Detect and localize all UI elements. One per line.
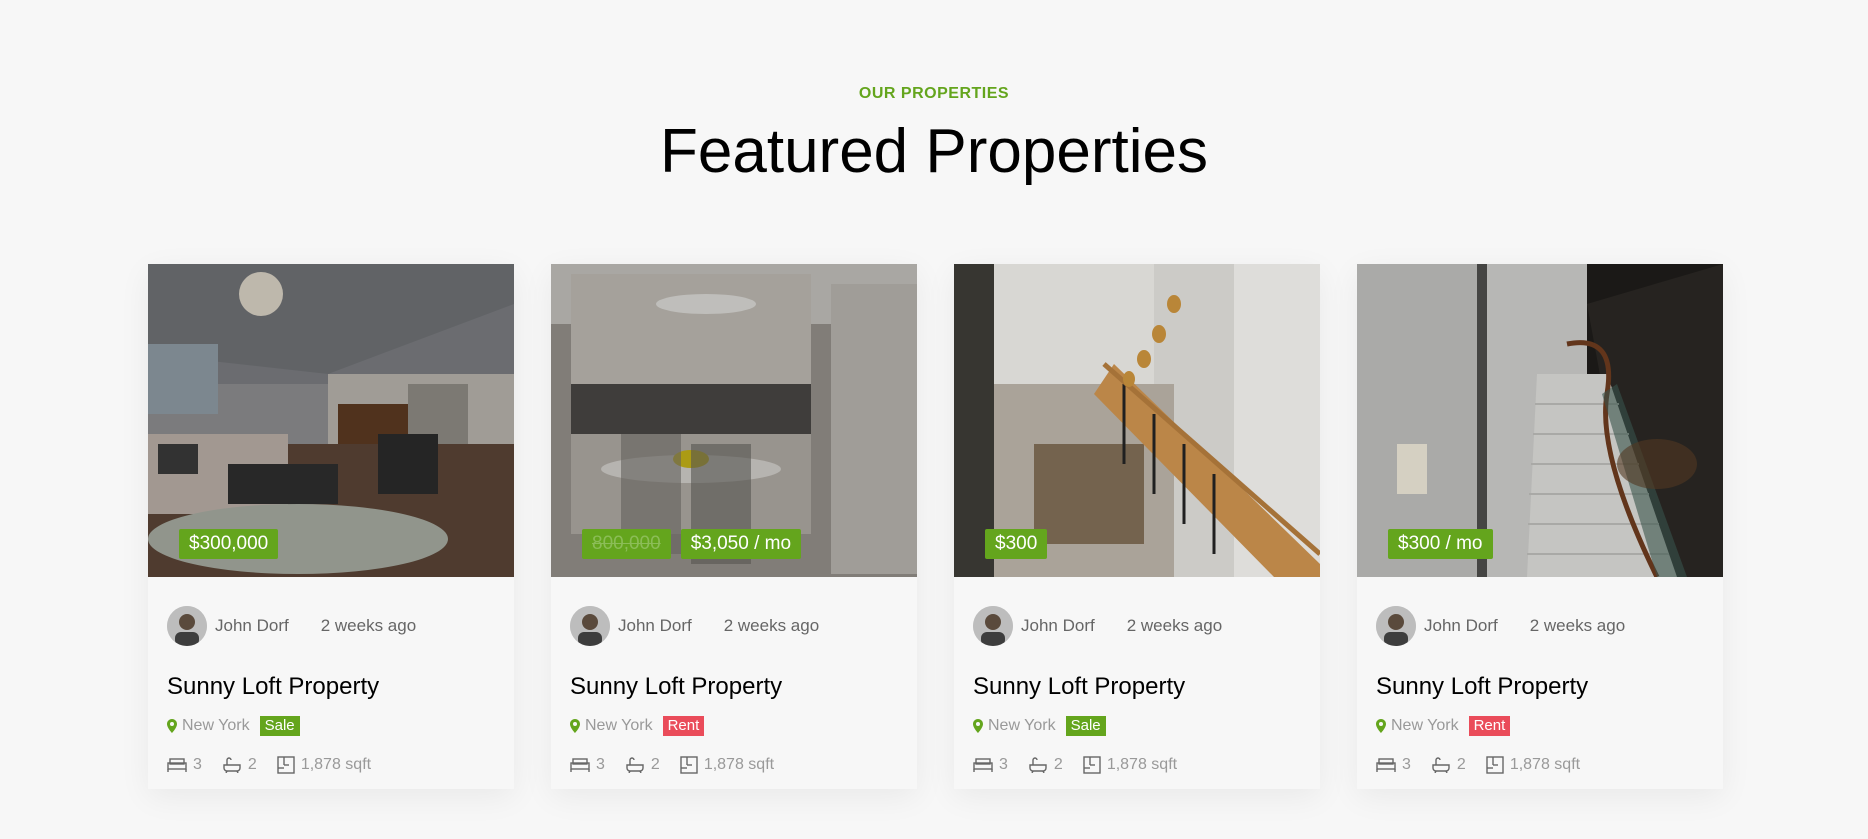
author-name[interactable]: John Dorf [618,616,692,636]
area-value: 1,878 sqft [300,756,372,773]
author-avatar [167,606,207,646]
baths-count: 2 [1053,756,1063,773]
old-price-badge: 800,000 [582,529,671,559]
baths-feature: 2 [1431,756,1466,774]
author-avatar [973,606,1013,646]
section-title: Featured Properties [660,117,1208,186]
property-card[interactable]: $300,000 John Dorf 2 weeks ago Sunny Lof… [148,264,514,789]
baths-feature: 2 [222,756,257,774]
location-text: New York [182,717,250,734]
features-row: 3 2 1,878 sqft [1376,756,1600,774]
floorplan-icon [1486,756,1504,774]
section-eyebrow: OUR PROPERTIES [858,85,1010,102]
location-text: New York [988,717,1056,734]
beds-feature: 3 [570,756,605,774]
area-feature: 1,878 sqft [1083,756,1177,774]
floorplan-icon [277,756,295,774]
property-card[interactable]: 800,000 $3,050 / mo John Dorf 2 weeks ag… [551,264,917,789]
author-name[interactable]: John Dorf [1021,616,1095,636]
bed-icon [570,758,590,772]
post-time: 2 weeks ago [1529,616,1626,635]
area-feature: 1,878 sqft [277,756,371,774]
baths-count: 2 [247,756,257,773]
beds-count: 3 [596,756,605,773]
features-row: 3 2 1,878 sqft [570,756,794,774]
area-value: 1,878 sqft [1106,756,1178,773]
bathtub-icon [223,757,241,773]
bed-icon [167,758,187,772]
property-image-link[interactable]: $300,000 [148,264,514,577]
bathtub-icon [626,757,644,773]
location-row: New York Sale [973,716,1106,736]
floorplan-icon [680,756,698,774]
card-meta: John Dorf 2 weeks ago [1376,606,1625,646]
price-badge: $300 [985,529,1048,559]
property-title[interactable]: Sunny Loft Property [973,673,1185,701]
bed-icon [973,758,993,772]
property-title[interactable]: Sunny Loft Property [1376,673,1588,701]
author-avatar [1376,606,1416,646]
price-badge: $300 / mo [1388,529,1493,559]
bed-icon [1376,758,1396,772]
post-time: 2 weeks ago [320,616,417,635]
author-name[interactable]: John Dorf [215,616,289,636]
bathtub-icon [1432,757,1450,773]
property-title[interactable]: Sunny Loft Property [167,673,379,701]
post-time: 2 weeks ago [1126,616,1223,635]
area-value: 1,878 sqft [1509,756,1581,773]
beds-feature: 3 [1376,756,1411,774]
map-pin-icon [167,719,177,733]
status-badge: Rent [662,716,705,736]
location-text: New York [1391,717,1459,734]
map-pin-icon [1376,719,1386,733]
property-image-link[interactable]: $300 / mo [1357,264,1723,577]
price-badge: $300,000 [179,529,279,559]
property-card[interactable]: $300 John Dorf 2 weeks ago Sunny Loft Pr… [954,264,1320,789]
beds-count: 3 [1402,756,1411,773]
author-name[interactable]: John Dorf [1424,616,1498,636]
location-row: New York Sale [167,716,300,736]
baths-feature: 2 [625,756,660,774]
property-image-link[interactable]: $300 [954,264,1320,577]
beds-feature: 3 [167,756,202,774]
price-badge: $3,050 / mo [680,529,802,559]
property-image-link[interactable]: 800,000 $3,050 / mo [551,264,917,577]
post-time: 2 weeks ago [723,616,820,635]
beds-count: 3 [999,756,1008,773]
features-row: 3 2 1,878 sqft [973,756,1197,774]
baths-count: 2 [1456,756,1466,773]
status-badge: Sale [1065,716,1106,736]
features-row: 3 2 1,878 sqft [167,756,391,774]
status-badge: Sale [259,716,300,736]
area-feature: 1,878 sqft [1486,756,1580,774]
card-meta: John Dorf 2 weeks ago [973,606,1222,646]
author-avatar [570,606,610,646]
beds-count: 3 [193,756,202,773]
location-row: New York Rent [1376,716,1511,736]
area-feature: 1,878 sqft [680,756,774,774]
location-row: New York Rent [570,716,705,736]
bathtub-icon [1029,757,1047,773]
map-pin-icon [570,719,580,733]
baths-feature: 2 [1028,756,1063,774]
property-card[interactable]: $300 / mo John Dorf 2 weeks ago Sunny Lo… [1357,264,1723,789]
map-pin-icon [973,719,983,733]
baths-count: 2 [650,756,660,773]
location-text: New York [585,717,653,734]
beds-feature: 3 [973,756,1008,774]
status-badge: Rent [1468,716,1511,736]
area-value: 1,878 sqft [703,756,775,773]
card-meta: John Dorf 2 weeks ago [570,606,819,646]
property-title[interactable]: Sunny Loft Property [570,673,782,701]
card-meta: John Dorf 2 weeks ago [167,606,416,646]
floorplan-icon [1083,756,1101,774]
